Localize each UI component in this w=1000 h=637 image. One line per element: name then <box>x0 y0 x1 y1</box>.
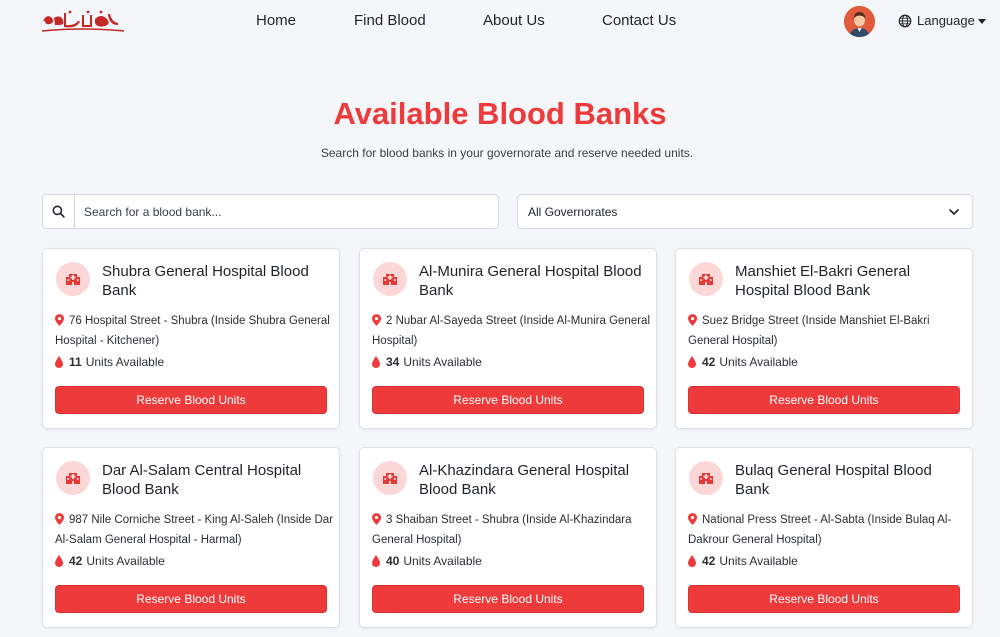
navbar: Home Find Blood About Us Contact Us Lang… <box>0 0 1000 44</box>
user-avatar[interactable] <box>844 6 875 37</box>
map-pin-icon <box>688 314 697 326</box>
map-pin-icon <box>372 513 381 525</box>
bank-address-text: Suez Bridge Street (Inside Manshiet El-B… <box>688 315 930 347</box>
units-label: Units Available <box>403 554 482 568</box>
blood-drop-icon <box>372 555 380 567</box>
nav-find-blood-link[interactable]: Find Blood <box>354 12 426 29</box>
reserve-button[interactable]: Reserve Blood Units <box>688 585 960 613</box>
units-label: Units Available <box>719 554 798 568</box>
units-label: Units Available <box>403 355 482 369</box>
reserve-button[interactable]: Reserve Blood Units <box>372 585 644 613</box>
hospital-icon <box>56 461 90 495</box>
reserve-button[interactable]: Reserve Blood Units <box>55 585 327 613</box>
chevron-down-icon <box>949 209 959 215</box>
map-pin-icon <box>688 513 697 525</box>
page-subtitle: Search for blood banks in your governora… <box>320 146 694 160</box>
bank-name: Al-Munira General Hospital Blood Bank <box>419 263 642 299</box>
bank-address-text: 2 Nubar Al-Sayeda Street (Inside Al-Muni… <box>372 315 650 347</box>
units-count: 42 <box>702 355 716 369</box>
reserve-button[interactable]: Reserve Blood Units <box>372 386 644 414</box>
bank-name: Manshiet El-Bakri General Hospital Blood… <box>735 263 911 299</box>
reserve-button[interactable]: Reserve Blood Units <box>688 386 960 414</box>
nav-contact-link[interactable]: Contact Us <box>602 12 676 29</box>
units-count: 42 <box>702 554 716 568</box>
map-pin-icon <box>55 513 64 525</box>
bank-name: Shubra General Hospital Blood Bank <box>102 263 309 299</box>
search-bar <box>42 194 499 229</box>
blood-bank-card: Dar Al-Salam Central Hospital Blood Bank… <box>42 447 340 628</box>
blood-drop-icon <box>55 555 63 567</box>
hospital-icon <box>373 262 407 296</box>
language-label: Language <box>917 13 975 28</box>
bank-address: National Press Street - Al-Sabta (Inside… <box>688 511 966 550</box>
bank-address: 76 Hospital Street - Shubra (Inside Shub… <box>55 312 333 351</box>
units-available: 42 Units Available <box>688 554 798 568</box>
units-count: 11 <box>69 355 82 369</box>
blood-drop-icon <box>688 356 696 368</box>
hospital-icon <box>56 262 90 296</box>
bank-address: Suez Bridge Street (Inside Manshiet El-B… <box>688 312 966 351</box>
map-pin-icon <box>55 314 64 326</box>
nav-home-link[interactable]: Home <box>256 12 296 29</box>
bank-address: 987 Nile Corniche Street - King Al-Saleh… <box>55 511 333 550</box>
search-input[interactable] <box>75 195 498 228</box>
bank-address-text: 3 Shaiban Street - Shubra (Inside Al-Kha… <box>372 514 632 546</box>
bank-address-text: 987 Nile Corniche Street - King Al-Saleh… <box>55 514 333 546</box>
reserve-button[interactable]: Reserve Blood Units <box>55 386 327 414</box>
hospital-icon <box>689 461 723 495</box>
bank-address-text: 76 Hospital Street - Shubra (Inside Shub… <box>55 315 330 347</box>
units-available: 11 Units Available <box>55 355 164 369</box>
blood-bank-card: Bulaq General Hospital Blood Bank Nation… <box>675 447 973 628</box>
caret-down-icon <box>977 18 986 24</box>
nav-about-link[interactable]: About Us <box>483 12 545 29</box>
hospital-icon <box>689 262 723 296</box>
map-pin-icon <box>372 314 381 326</box>
blood-bank-card: Al-Munira General Hospital Blood Bank 2 … <box>359 248 657 429</box>
blood-drop-icon <box>55 356 63 368</box>
blood-drop-icon <box>372 356 380 368</box>
units-available: 34 Units Available <box>372 355 482 369</box>
blood-bank-card: Shubra General Hospital Blood Bank 76 Ho… <box>42 248 340 429</box>
search-icon[interactable] <box>43 195 75 228</box>
bank-address: 3 Shaiban Street - Shubra (Inside Al-Kha… <box>372 511 650 550</box>
units-label: Units Available <box>719 355 798 369</box>
governorate-select[interactable]: All Governorates <box>517 194 973 229</box>
units-available: 40 Units Available <box>372 554 482 568</box>
units-label: Units Available <box>85 355 165 369</box>
blood-bank-card: Manshiet El-Bakri General Hospital Blood… <box>675 248 973 429</box>
units-count: 42 <box>69 554 83 568</box>
units-available: 42 Units Available <box>688 355 798 369</box>
bank-address: 2 Nubar Al-Sayeda Street (Inside Al-Muni… <box>372 312 650 351</box>
bank-name: Bulaq General Hospital Blood Bank <box>735 462 932 498</box>
bank-name: Al-Khazindara General Hospital Blood Ban… <box>419 462 630 498</box>
units-label: Units Available <box>86 554 165 568</box>
globe-icon <box>898 14 912 27</box>
units-available: 42 Units Available <box>55 554 165 568</box>
governorate-selected-value: All Governorates <box>528 204 618 219</box>
hospital-icon <box>373 461 407 495</box>
blood-drop-icon <box>688 555 696 567</box>
units-count: 40 <box>386 554 400 568</box>
units-count: 34 <box>386 355 400 369</box>
blood-bank-card: Al-Khazindara General Hospital Blood Ban… <box>359 447 657 628</box>
bank-name: Dar Al-Salam Central Hospital Blood Bank <box>102 462 302 498</box>
page-title: Available Blood Banks <box>333 96 667 131</box>
bank-address-text: National Press Street - Al-Sabta (Inside… <box>688 514 952 546</box>
language-dropdown[interactable]: Language <box>898 13 986 28</box>
